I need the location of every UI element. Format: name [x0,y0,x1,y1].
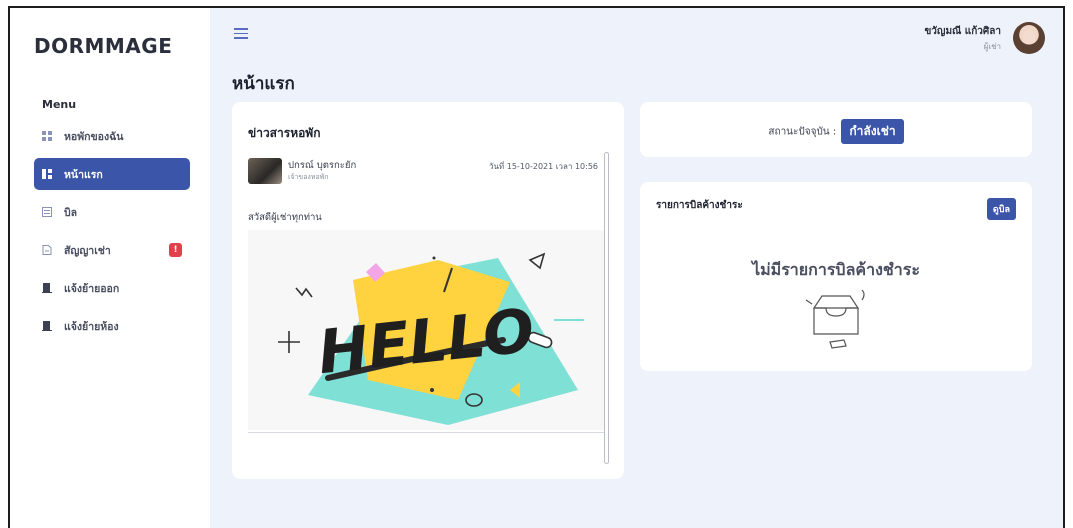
hello-image: HELLO [248,230,604,430]
news-card: ข่าวสารหอพัก ปกรณ์ บุตรกะยัก เจ้าของหอพั… [232,102,624,479]
sidebar-item-label: บิล [64,206,78,219]
sidebar-item-bills[interactable]: บิล [34,196,190,228]
sidebar: DORMMAGE Menu หอพักของฉัน หน้าแรก บิล สั… [10,8,210,528]
dashboard-icon [42,169,52,179]
sidebar-item-lease[interactable]: สัญญาเช่า ! [34,234,190,266]
app-logo[interactable]: DORMMAGE [34,34,172,58]
menu-heading: Menu [42,98,77,111]
status-badge: กำลังเช่า [841,119,904,144]
post-author: ปกรณ์ บุตรกะยัก [288,160,357,171]
empty-inbox-icon [805,289,865,349]
status-card: สถานะปัจจุบัน : กำลังเช่า [640,102,1032,157]
sidebar-item-home[interactable]: หน้าแรก [34,158,190,190]
sidebar-item-label: แจ้งย้ายออก [64,282,120,295]
sidebar-item-label: แจ้งย้ายห้อง [64,320,119,333]
post-divider [248,432,604,433]
sidebar-nav: หอพักของฉัน หน้าแรก บิล สัญญาเช่า ! แจ้ง… [34,120,190,348]
door-icon [42,283,52,293]
document-icon [42,245,52,255]
door-icon [42,321,52,331]
post-body: สวัสดีผู้เช่าทุกท่าน [248,212,322,223]
page-title: หน้าแรก [232,74,295,94]
view-bills-button[interactable]: ดูบิล [986,198,1016,220]
news-title: ข่าวสารหอพัก [248,126,321,140]
app-frame: DORMMAGE Menu หอพักของฉัน หน้าแรก บิล สั… [8,6,1065,528]
status-label: สถานะปัจจุบัน : [768,126,837,138]
status-row: สถานะปัจจุบัน : กำลังเช่า [640,119,1032,144]
user-role: ผู้เช่า [983,42,1001,51]
post-date: วันที่ 15-10-2021 เวลา 10:56 [488,162,598,171]
post-author-role: เจ้าของหอพัก [288,173,329,181]
sidebar-item-my-dorm[interactable]: หอพักของฉัน [34,120,190,152]
avatar[interactable] [1013,22,1045,54]
sidebar-item-label: หอพักของฉัน [64,130,124,143]
sidebar-item-move-room[interactable]: แจ้งย้ายห้อง [34,310,190,342]
sidebar-item-label: หน้าแรก [64,168,103,181]
sidebar-item-label: สัญญาเช่า [64,244,111,257]
alert-badge: ! [169,243,182,257]
user-name: ขวัญมณี แก้วศิลา [924,26,1001,37]
empty-state-text: ไม่มีรายการบิลค้างชำระ [752,260,920,279]
post-author-avatar [248,158,282,184]
scrollbar[interactable] [604,152,609,464]
main-content: ขวัญมณี แก้วศิลา ผู้เช่า หน้าแรก ข่าวสาร… [210,8,1063,528]
sidebar-item-move-out[interactable]: แจ้งย้ายออก [34,272,190,304]
bill-card: รายการบิลค้างชำระ ดูบิล ไม่มีรายการบิลค้… [640,182,1032,371]
menu-toggle-icon[interactable] [234,28,248,40]
receipt-icon [42,207,52,217]
bill-title: รายการบิลค้างชำระ [656,200,743,211]
grid-icon [42,131,52,141]
